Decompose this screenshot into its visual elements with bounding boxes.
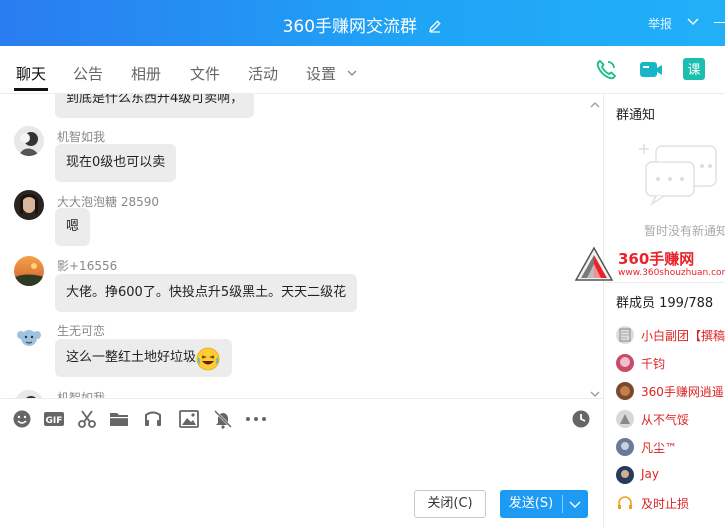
tab-settings[interactable]: 设置 xyxy=(306,63,357,84)
member-name: 小白副团【撰稿 xyxy=(641,329,725,343)
music-icon[interactable] xyxy=(143,409,163,429)
message-bubble[interactable]: 现在0级也可以卖 xyxy=(55,144,177,182)
avatar xyxy=(616,466,634,484)
member-name: 千钧 xyxy=(641,357,666,371)
member-item[interactable]: 千钧 xyxy=(616,353,725,375)
divider xyxy=(604,282,725,283)
avatar[interactable] xyxy=(14,190,44,220)
sender-name: 机智如我 xyxy=(57,130,106,144)
side-panel: 群通知 暂时没有新通知 360手赚网 www.360shouzhuan.com xyxy=(574,94,725,527)
scissors-icon[interactable] xyxy=(77,409,97,429)
avatar xyxy=(616,382,634,400)
more-icon[interactable] xyxy=(244,409,268,429)
sender-name: 影+16556 xyxy=(57,259,118,273)
gif-icon[interactable]: GIF xyxy=(43,409,65,429)
bell-off-icon[interactable] xyxy=(213,409,233,429)
scroll-up-icon[interactable] xyxy=(590,98,600,113)
member-name: Jay xyxy=(641,467,659,481)
avatar[interactable] xyxy=(14,390,44,398)
group-title-text: 360手赚网交流群 xyxy=(282,17,418,37)
message-bubble[interactable]: 到底是什么东西升4级可卖啊， xyxy=(55,94,255,118)
avatar[interactable] xyxy=(14,322,44,352)
tab-files[interactable]: 文件 xyxy=(190,63,220,84)
member-item[interactable]: 及时止损 xyxy=(616,493,725,515)
notice-empty-text: 暂时没有新通知 xyxy=(644,224,725,238)
course-icon[interactable]: 课 xyxy=(683,58,707,82)
tab-announcement[interactable]: 公告 xyxy=(73,63,103,84)
avatar xyxy=(616,354,634,372)
chevron-down-icon[interactable] xyxy=(686,14,700,32)
watermark-logo: 360手赚网 www.360shouzhuan.com xyxy=(574,244,725,284)
member-item[interactable]: 凡尘™ xyxy=(616,437,725,459)
avatar[interactable] xyxy=(14,126,44,156)
watermark-url: www.360shouzhuan.com xyxy=(618,268,725,278)
tab-album[interactable]: 相册 xyxy=(131,63,161,84)
member-item[interactable]: Jay xyxy=(616,465,725,487)
chevron-down-icon[interactable] xyxy=(568,492,582,527)
send-button-label: 发送(S) xyxy=(508,496,554,511)
chevron-down-icon xyxy=(347,63,357,81)
member-count: 群成员 199/788 xyxy=(616,296,714,311)
tab-chat[interactable]: 聊天 xyxy=(16,63,46,84)
image-icon[interactable] xyxy=(179,409,199,429)
member-name: 及时止损 xyxy=(641,497,690,511)
message-bubble[interactable]: 嗯 xyxy=(55,208,91,246)
history-icon[interactable] xyxy=(571,409,591,429)
laughing-emoji-icon xyxy=(196,347,220,387)
avatar xyxy=(616,326,634,344)
close-button[interactable]: 关闭(C) xyxy=(414,490,486,518)
member-item[interactable]: 小白副团【撰稿 xyxy=(616,325,725,347)
avatar xyxy=(616,410,634,428)
report-link[interactable]: 举报 xyxy=(648,15,672,32)
send-button[interactable]: 发送(S) xyxy=(500,490,588,518)
message-bubble[interactable]: 大佬。挣600了。快投点升5级黑土。天天二级花 xyxy=(55,274,358,312)
phone-icon[interactable] xyxy=(594,58,618,82)
member-item[interactable]: 360手赚网逍遥 xyxy=(616,381,725,403)
sender-name: 生无可恋 xyxy=(57,324,106,338)
send-button-separator xyxy=(562,495,563,513)
svg-text:课: 课 xyxy=(687,63,700,78)
member-name: 凡尘™ xyxy=(641,441,678,455)
input-toolbar: GIF xyxy=(0,398,603,436)
watermark-name: 360手赚网 xyxy=(618,250,695,268)
tab-activity[interactable]: 活动 xyxy=(248,63,278,84)
message-text: 这么一整红土地好垃圾 xyxy=(66,350,197,365)
minimize-icon[interactable] xyxy=(714,22,725,23)
notice-title: 群通知 xyxy=(616,108,656,123)
crown-icon xyxy=(616,494,634,512)
nav-bar: 聊天 公告 相册 文件 活动 设置 课 xyxy=(0,46,725,94)
message-bubble[interactable]: 这么一整红土地好垃圾 xyxy=(55,339,233,377)
title-bar: 360手赚网交流群 举报 xyxy=(0,0,725,46)
tab-settings-label: 设置 xyxy=(306,65,337,83)
emoji-icon[interactable] xyxy=(12,409,32,429)
active-tab-indicator xyxy=(14,88,48,91)
message-input[interactable] xyxy=(0,436,603,486)
member-item[interactable]: 从不气馁 xyxy=(616,409,725,431)
avatar xyxy=(616,438,634,456)
empty-notice-illustration xyxy=(626,134,725,218)
member-name: 从不气馁 xyxy=(641,413,690,427)
message-list[interactable]: 到底是什么东西升4级可卖啊， 机智如我 现在0级也可以卖 大大泡泡糖 28590… xyxy=(0,94,603,398)
svg-text:GIF: GIF xyxy=(46,416,63,426)
sender-name: 机智如我 xyxy=(57,391,106,398)
avatar[interactable] xyxy=(14,256,44,286)
chat-window: 360手赚网交流群 举报 聊天 公告 相册 文件 活动 设置 课 到底是什么东西… xyxy=(0,0,725,527)
folder-icon[interactable] xyxy=(109,409,129,429)
group-title: 360手赚网交流群 xyxy=(0,12,725,38)
edit-icon[interactable] xyxy=(428,18,442,38)
member-name: 360手赚网逍遥 xyxy=(641,385,724,399)
video-icon[interactable] xyxy=(639,58,663,82)
